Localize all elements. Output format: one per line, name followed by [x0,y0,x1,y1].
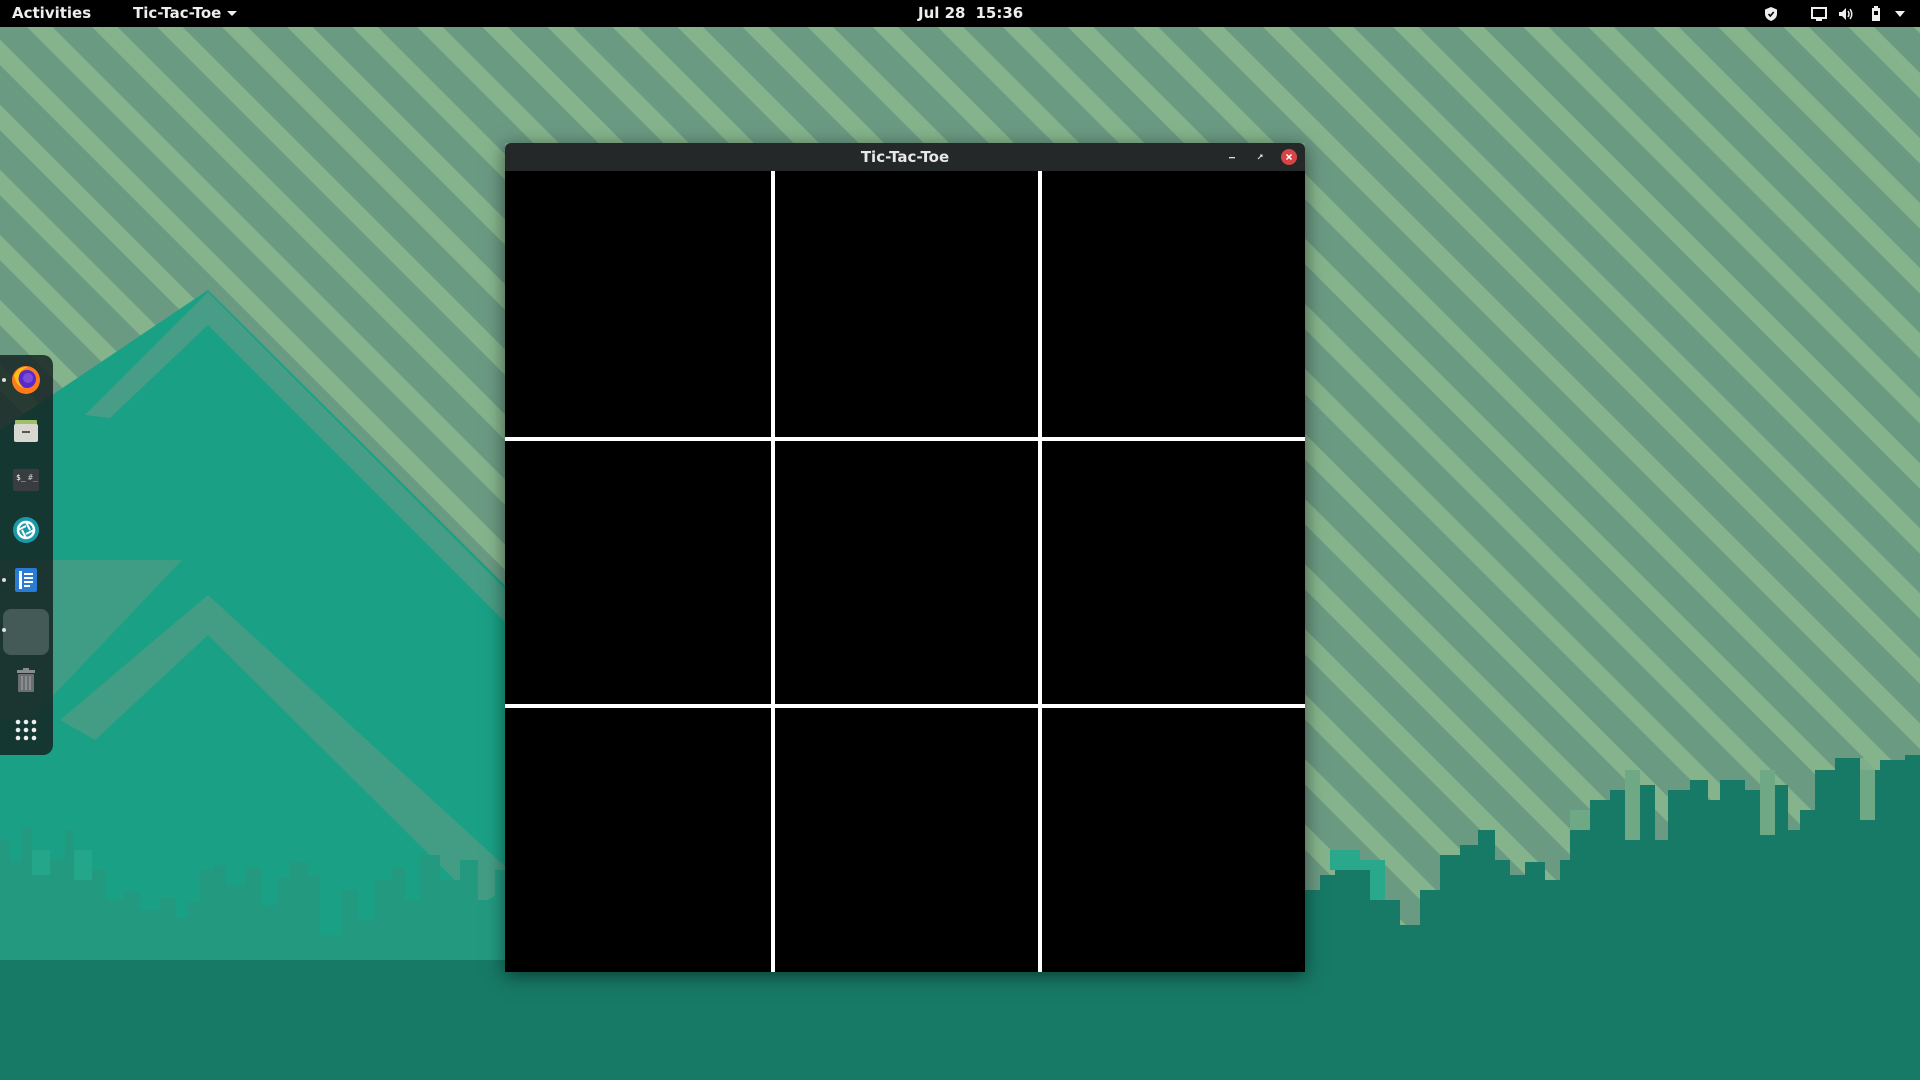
volume-icon[interactable] [1835,0,1857,27]
battery-icon[interactable] [1865,0,1887,27]
maximize-button[interactable] [1252,149,1268,165]
terminal-icon: $_ #_ [13,469,39,491]
game-board [505,171,1305,972]
board-cell-5[interactable] [773,439,1037,703]
board-cell-1[interactable] [505,171,769,435]
dock-item-trash[interactable] [5,659,47,701]
board-cell-7[interactable] [505,707,769,971]
svg-text:#_: #_ [28,473,38,482]
system-menu-arrow-icon[interactable] [1890,0,1910,27]
clock-date: Jul 28 [918,4,966,22]
dock-item-files[interactable] [5,409,47,451]
file-cabinet-icon [14,420,38,442]
tic-tac-toe-window: Tic-Tac-Toe [505,143,1305,972]
notes-icon [15,568,37,592]
board-cell-6[interactable] [1041,439,1305,703]
app-menu-button[interactable]: Tic-Tac-Toe [133,0,238,27]
trash-icon [17,668,35,692]
screen-icon[interactable] [1808,0,1830,27]
grid-line-horizontal [505,704,1305,708]
blank-app-icon [11,617,41,647]
aperture-icon [13,517,39,543]
restore-icon [1257,154,1263,160]
clock-time: 15:36 [975,4,1024,22]
board-cell-2[interactable] [773,171,1037,435]
top-bar: Activities Tic-Tac-Toe Jul 28 15:36 [0,0,1920,27]
board-cell-4[interactable] [505,439,769,703]
board-cell-3[interactable] [1041,171,1305,435]
shield-icon[interactable] [1760,0,1782,27]
board-cell-8[interactable] [773,707,1037,971]
dock-item-software[interactable] [5,509,47,551]
chevron-down-icon [227,11,238,16]
grid-line-vertical [771,171,775,972]
firefox-icon [12,366,40,394]
grid-line-horizontal [505,437,1305,441]
dock-item-firefox[interactable] [5,359,47,401]
minimize-icon [1229,157,1235,159]
app-menu-label: Tic-Tac-Toe [133,4,222,22]
dock-item-terminal[interactable]: $_ #_ [5,459,47,501]
window-titlebar[interactable]: Tic-Tac-Toe [505,143,1305,171]
clock-button[interactable]: Jul 28 15:36 [918,0,1023,27]
dock-item-tic-tac-toe[interactable] [3,609,49,655]
close-icon [1285,153,1293,161]
dock-item-text-editor[interactable] [5,559,47,601]
window-title: Tic-Tac-Toe [860,148,950,166]
svg-text:$_: $_ [16,473,26,482]
activities-button[interactable]: Activities [12,0,91,27]
dock: $_ #_ [0,355,53,755]
grid-line-vertical [1038,171,1042,972]
minimize-button[interactable] [1224,149,1240,165]
dock-item-show-applications[interactable] [5,709,47,751]
close-button[interactable] [1281,149,1297,165]
board-cell-9[interactable] [1041,707,1305,971]
app-grid-icon [15,719,37,741]
desktop: Activities Tic-Tac-Toe Jul 28 15:36 $_ #… [0,0,1920,1080]
